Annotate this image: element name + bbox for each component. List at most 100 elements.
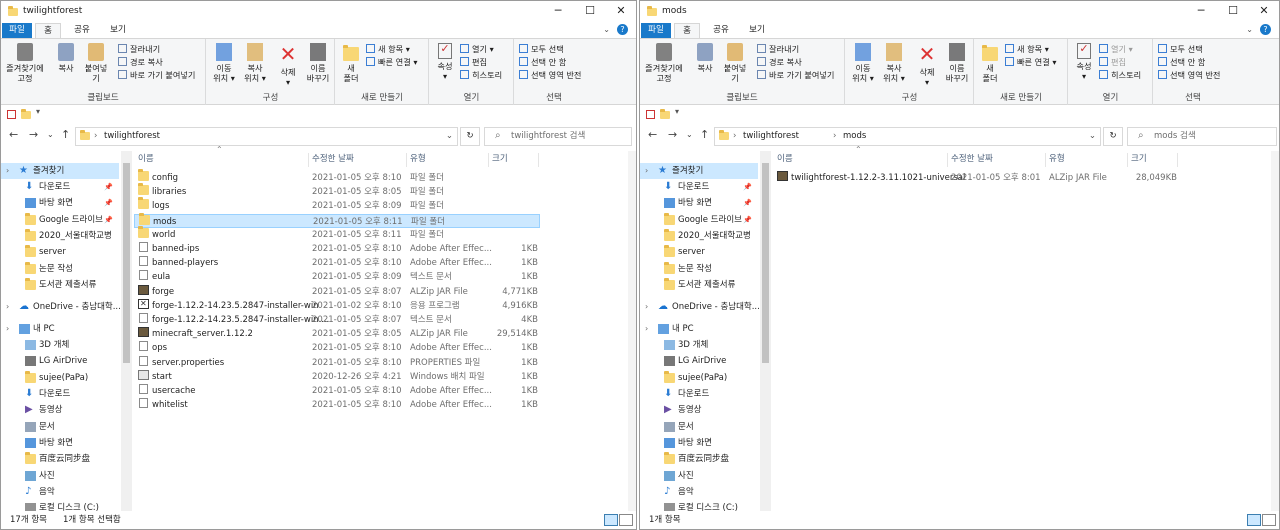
new-folder-button[interactable]: 새 폴더 xyxy=(977,43,1003,83)
expand-chevron-icon[interactable]: › xyxy=(6,163,9,179)
breadcrumb-chevron-icon[interactable]: › xyxy=(94,128,97,145)
file-row[interactable]: libraries 2021-01-05 오후 8:05 파일 폴더 xyxy=(134,183,540,199)
expand-chevron-icon[interactable]: › xyxy=(645,299,648,315)
breadcrumb-item[interactable]: twilightforest xyxy=(743,128,799,145)
file-row[interactable]: whitelist 2021-01-05 오후 8:10 Adobe After E… xyxy=(134,398,540,412)
expand-chevron-icon[interactable]: › xyxy=(6,321,9,337)
nav-item[interactable]: 바탕 화면 📌 xyxy=(1,195,119,211)
tab-view[interactable]: 보기 xyxy=(744,23,770,38)
nav-item[interactable]: ★ › 즐겨찾기 xyxy=(1,163,119,179)
file-row[interactable]: mods 2021-01-05 오후 8:11 파일 폴더 xyxy=(134,212,540,228)
properties-button[interactable]: ✓ 속성 ▾ xyxy=(432,43,458,81)
move-to-button[interactable]: 이동 위치 ▾ xyxy=(209,43,239,83)
up-arrow-icon[interactable]: ↑ xyxy=(61,128,70,141)
column-divider[interactable] xyxy=(488,153,489,167)
nav-item[interactable]: 2020_서울대학교병 xyxy=(1,228,119,244)
nav-item[interactable]: LG AirDrive xyxy=(640,353,758,369)
back-arrow-icon[interactable]: ← xyxy=(9,128,18,141)
delete-button[interactable]: ✕ 삭제 ▾ xyxy=(273,43,303,87)
nav-item[interactable]: ▶ 동영상 xyxy=(1,402,119,418)
customize-qat-icon[interactable]: ▾ xyxy=(675,107,679,116)
column-name-header[interactable]: 이름 xyxy=(138,149,154,169)
new-folder-button[interactable]: 새 폴더 xyxy=(338,43,364,83)
forward-arrow-icon[interactable]: → xyxy=(668,128,677,141)
recent-chevron-icon[interactable]: ⌄ xyxy=(47,130,54,139)
file-row[interactable]: forge-1.12.2-14.23.5.2847-installer-win2… xyxy=(134,297,540,313)
nav-item[interactable]: Google 드라이브 📌 xyxy=(1,212,119,228)
tab-view[interactable]: 보기 xyxy=(105,23,131,38)
select-none-button[interactable]: 선택 안 함 xyxy=(519,56,566,68)
nav-scroll-thumb[interactable] xyxy=(762,163,769,363)
file-row[interactable]: eula 2021-01-05 오후 8:09 텍스트 문서 1KB xyxy=(134,270,540,284)
file-row[interactable]: start 2020-12-26 오후 4:21 Windows 배치 파일 1KB xyxy=(134,369,540,384)
column-size-header[interactable]: 크기 xyxy=(492,149,508,169)
recent-chevron-icon[interactable]: ⌄ xyxy=(686,130,693,139)
easy-access-button[interactable]: 빠른 연결 ▾ xyxy=(366,56,417,68)
nav-item[interactable]: ⬇ 다운로드 📌 xyxy=(640,179,758,195)
column-divider[interactable] xyxy=(538,153,539,167)
tab-file[interactable]: 파일 xyxy=(641,23,671,38)
file-row[interactable]: banned-ips 2021-01-05 오후 8:10 Adobe After … xyxy=(134,242,540,256)
copy-to-button[interactable]: 복사 위치 ▾ xyxy=(879,43,909,83)
nav-scroll-thumb[interactable] xyxy=(123,163,130,363)
breadcrumb-chevron-icon[interactable]: › xyxy=(833,128,836,145)
edit-button[interactable]: 편집 xyxy=(1099,56,1126,68)
column-date-header[interactable]: 수정한 날짜 xyxy=(951,149,993,169)
file-row[interactable]: banned-players 2021-01-05 오후 8:10 Adobe Af… xyxy=(134,256,540,270)
paste-button[interactable]: 붙여넣기 xyxy=(720,43,750,83)
file-row[interactable]: config 2021-01-05 오후 8:10 파일 폴더 xyxy=(134,169,540,185)
history-button[interactable]: 히스토리 xyxy=(1099,69,1141,81)
nav-item[interactable]: server xyxy=(1,244,119,260)
nav-item[interactable]: 도서관 제출서류 xyxy=(1,277,119,293)
copy-button[interactable]: 복사 xyxy=(51,43,81,73)
nav-item[interactable]: Google 드라이브 📌 xyxy=(640,212,758,228)
easy-access-button[interactable]: 빠른 연결 ▾ xyxy=(1005,56,1056,68)
address-dropdown-icon[interactable]: ⌄ xyxy=(1089,128,1096,145)
address-bar[interactable]: › twilightforest ⌄ xyxy=(75,127,458,146)
copy-path-button[interactable]: 경로 복사 xyxy=(118,56,163,68)
maximize-button[interactable]: ☐ xyxy=(1218,3,1248,19)
ribbon-collapse-icon[interactable]: ⌄ xyxy=(1246,25,1253,34)
nav-item[interactable]: ☁ › OneDrive - 충남대학... xyxy=(1,299,121,315)
column-divider[interactable] xyxy=(1127,153,1128,167)
paste-button[interactable]: 붙여넣기 xyxy=(81,43,111,83)
nav-item[interactable]: 논문 작성 xyxy=(1,261,119,277)
column-divider[interactable] xyxy=(1177,153,1178,167)
breadcrumb-item[interactable]: twilightforest xyxy=(104,128,160,145)
help-icon[interactable]: ? xyxy=(617,24,628,35)
tab-file[interactable]: 파일 xyxy=(2,23,32,38)
file-row[interactable]: usercache 2021-01-05 오후 8:10 Adobe After E… xyxy=(134,384,540,398)
file-row[interactable]: forge-1.12.2-14.23.5.2847-installer-win.… xyxy=(134,313,540,327)
nav-scrollbar[interactable] xyxy=(760,151,771,511)
nav-item[interactable]: sujee(PaPa) xyxy=(1,370,119,386)
nav-item[interactable]: 문서 xyxy=(1,419,119,435)
large-icons-view-icon[interactable] xyxy=(619,514,633,526)
address-dropdown-icon[interactable]: ⌄ xyxy=(446,128,453,145)
column-divider[interactable] xyxy=(1045,153,1046,167)
delete-button[interactable]: ✕ 삭제 ▾ xyxy=(912,43,942,87)
nav-item[interactable]: 사진 xyxy=(640,468,758,484)
breadcrumb-chevron-icon[interactable]: › xyxy=(733,128,736,145)
copy-path-button[interactable]: 경로 복사 xyxy=(757,56,802,68)
minimize-button[interactable]: ─ xyxy=(543,3,573,19)
nav-item[interactable]: 百度云同步盘 xyxy=(640,451,758,467)
help-icon[interactable]: ? xyxy=(1260,24,1271,35)
file-scrollbar[interactable] xyxy=(628,151,636,511)
nav-item[interactable]: 도서관 제출서류 xyxy=(640,277,758,293)
paste-shortcut-button[interactable]: 바로 가기 붙여넣기 xyxy=(118,69,195,81)
close-button[interactable]: ✕ xyxy=(606,3,636,19)
up-arrow-icon[interactable]: ↑ xyxy=(700,128,709,141)
open-button[interactable]: 열기 ▾ xyxy=(460,43,494,55)
details-view-icon[interactable] xyxy=(1247,514,1261,526)
nav-item[interactable]: 百度云同步盘 xyxy=(1,451,119,467)
tab-home[interactable]: 홈 xyxy=(35,23,61,38)
column-divider[interactable] xyxy=(406,153,407,167)
nav-item[interactable]: ♪ 음악 xyxy=(1,484,119,500)
nav-item[interactable]: 3D 개체 xyxy=(640,337,758,353)
rename-button[interactable]: 이름 바꾸기 xyxy=(942,43,972,83)
nav-item[interactable]: sujee(PaPa) xyxy=(640,370,758,386)
search-input[interactable]: ⌕ mods 검색 xyxy=(1127,127,1277,146)
nav-item[interactable]: 2020_서울대학교병 xyxy=(640,228,758,244)
nav-item[interactable]: › 내 PC xyxy=(1,321,119,337)
nav-item[interactable]: ▶ 동영상 xyxy=(640,402,758,418)
